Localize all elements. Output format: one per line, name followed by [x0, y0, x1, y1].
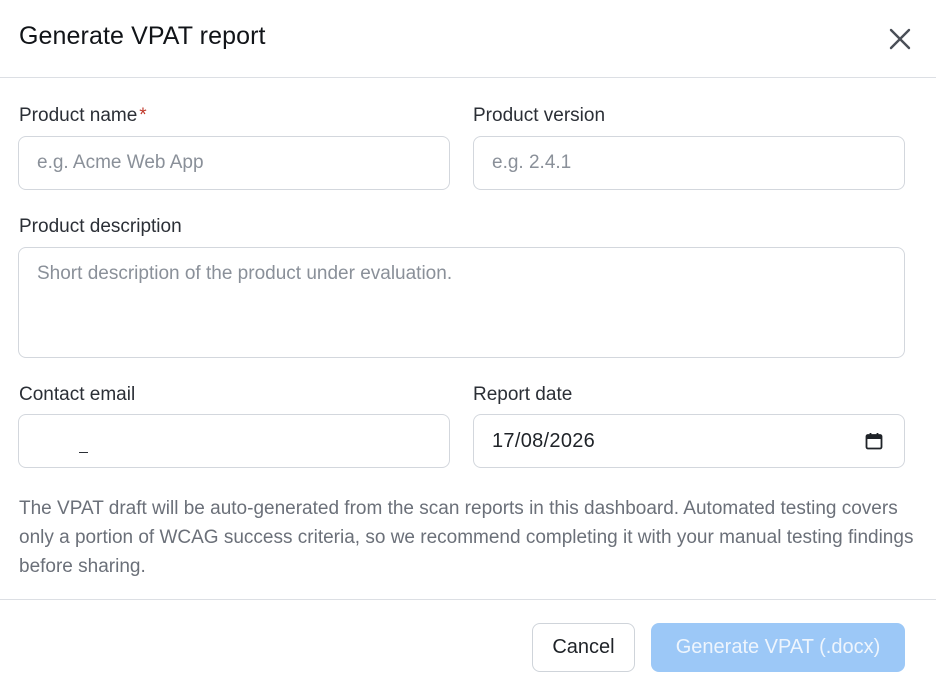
- product-name-input[interactable]: [18, 136, 450, 190]
- cancel-button[interactable]: Cancel: [532, 623, 635, 672]
- contact-email-label: Contact email: [19, 384, 136, 405]
- info-note: The VPAT draft will be auto-generated fr…: [19, 498, 914, 577]
- product-name-label: Product name *: [19, 105, 147, 127]
- calendar-icon[interactable]: [864, 431, 884, 451]
- product-name-label-text: Product name: [19, 105, 138, 126]
- report-date-input[interactable]: 17/08/2026: [473, 414, 905, 468]
- text-caret: [79, 452, 88, 453]
- product-description-textarea[interactable]: [18, 247, 905, 358]
- generate-vpat-button[interactable]: Generate VPAT (.docx): [651, 623, 905, 672]
- product-description-label: Product description: [19, 216, 182, 237]
- dialog-header: Generate VPAT report: [0, 0, 936, 78]
- report-date-value: 17/08/2026: [492, 429, 596, 452]
- close-icon: [889, 28, 911, 50]
- footer-divider: [0, 599, 936, 600]
- generate-vpat-dialog: Generate VPAT report Product name* Produ…: [0, 0, 936, 692]
- report-date-label: Report date: [473, 384, 573, 405]
- close-button[interactable]: [880, 20, 920, 58]
- required-mark: *: [139, 105, 147, 126]
- product-version-input[interactable]: [473, 136, 905, 190]
- product-version-label: Product version: [473, 105, 606, 126]
- dialog-title: Generate VPAT report: [19, 22, 266, 50]
- contact-email-input[interactable]: [18, 414, 450, 468]
